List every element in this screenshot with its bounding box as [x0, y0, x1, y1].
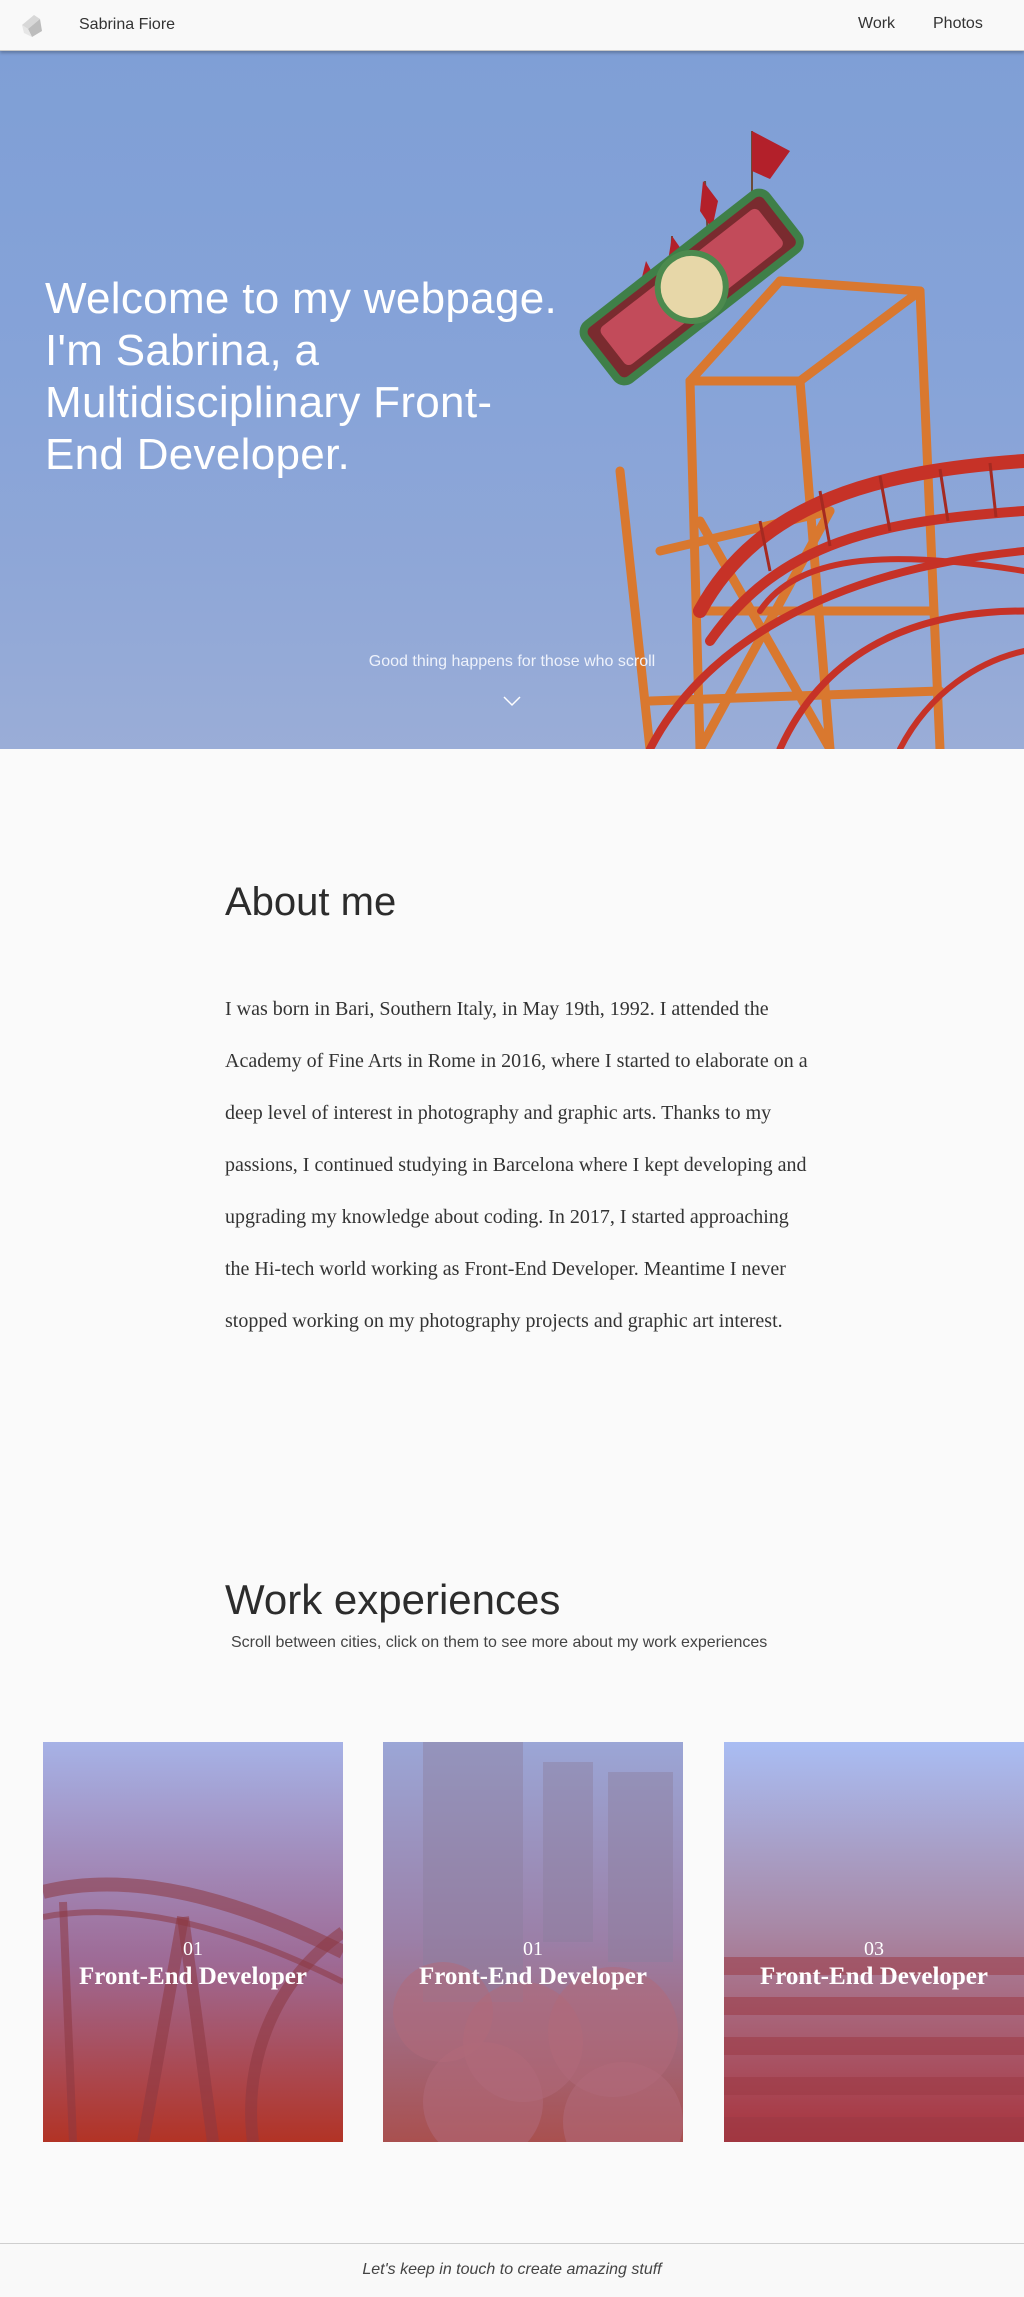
work-card-number: 01: [523, 1938, 543, 1960]
brand-name[interactable]: Sabrina Fiore: [79, 16, 175, 34]
hero-section: Welcome to my webpage. I'm Sabrina, a Mu…: [0, 51, 1024, 749]
work-card-role: Front-End Developer: [419, 1963, 647, 1990]
nav-link-work[interactable]: Work: [858, 15, 895, 33]
top-navbar: Sabrina Fiore Work Photos: [0, 0, 1024, 51]
work-card-2[interactable]: 01 Front-End Developer: [383, 1742, 683, 2142]
footer-text: Let's keep in touch to create amazing st…: [362, 2261, 662, 2278]
hero-tagline: Good thing happens for those who scroll: [368, 653, 656, 670]
work-card-number: 01: [183, 1938, 203, 1960]
work-subtitle: Scroll between cities, click on them to …: [231, 1634, 768, 1651]
about-text: I was born in Bari, Southern Italy, in M…: [225, 998, 808, 1332]
logo-icon[interactable]: [18, 13, 46, 39]
work-title: Work experiences: [225, 1576, 561, 1623]
work-card-number: 03: [864, 1938, 884, 1960]
work-card-3[interactable]: 03 Front-End Developer: [724, 1742, 1024, 2142]
work-card-1[interactable]: 01 Front-End Developer: [43, 1742, 343, 2142]
about-title: About me: [225, 880, 397, 924]
chevron-down-icon[interactable]: [503, 695, 521, 707]
footer: Let's keep in touch to create amazing st…: [0, 2243, 1024, 2297]
work-card-role: Front-End Developer: [760, 1963, 988, 1990]
hero-title: Welcome to my webpage. I'm Sabrina, a Mu…: [45, 274, 558, 479]
nav-link-photos[interactable]: Photos: [933, 15, 983, 33]
work-card-role: Front-End Developer: [79, 1963, 307, 1990]
